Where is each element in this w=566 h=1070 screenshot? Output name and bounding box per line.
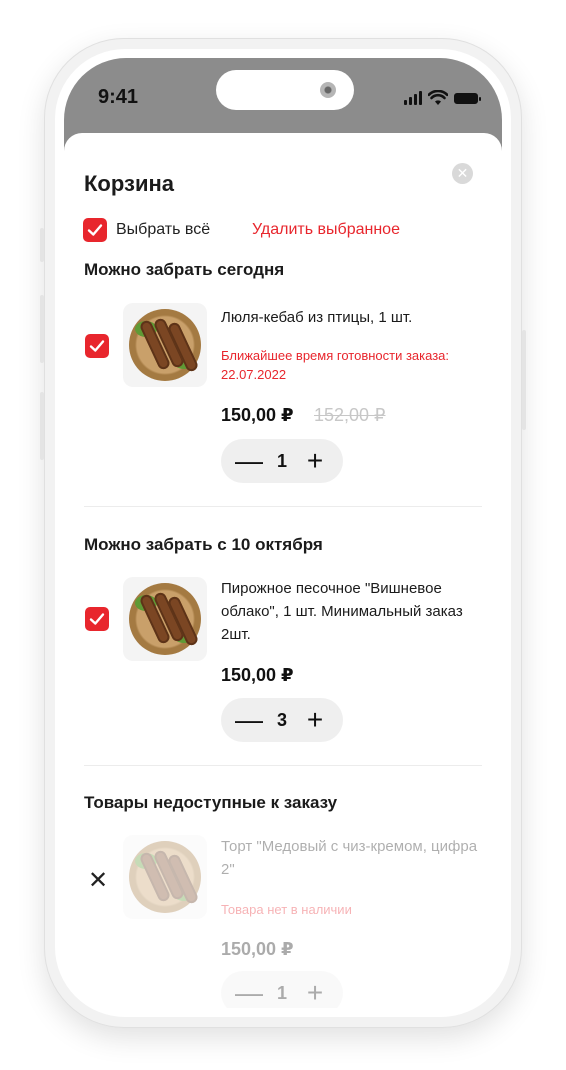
item-price: 150,00 ₽ [221, 405, 294, 425]
battery-icon [454, 92, 481, 104]
status-icons [404, 88, 481, 108]
product-image[interactable] [123, 577, 207, 661]
item-old-price: 152,00 ₽ [314, 405, 386, 425]
increase-button: + [306, 977, 324, 1008]
item-price: 150,00 ₽ [221, 939, 294, 959]
item-price: 150,00 ₽ [221, 665, 294, 685]
product-image[interactable] [123, 303, 207, 387]
section-title-october: Можно забрать с 10 октября [84, 535, 323, 554]
item-name[interactable]: Люля-кебаб из птицы, 1 шт. [221, 306, 486, 329]
select-all-checkbox[interactable] [83, 218, 107, 242]
close-icon[interactable]: ✕ [452, 163, 473, 184]
camera-icon [320, 82, 336, 98]
dynamic-island [216, 70, 354, 110]
section-title-unavailable: Товары недоступные к заказу [84, 793, 338, 812]
out-of-stock-note: Товара нет в наличии [221, 902, 352, 917]
increase-button[interactable]: + [295, 698, 335, 742]
section-title-today: Можно забрать сегодня [84, 260, 285, 279]
item-name[interactable]: Пирожное песочное "Вишневое облако", 1 ш… [221, 577, 486, 646]
ready-time-note: Ближайшее время готовности заказа: 22.07… [221, 348, 450, 382]
section-divider [84, 506, 482, 507]
checkmark-icon [87, 224, 103, 236]
checkmark-icon [89, 340, 105, 352]
delete-selected-button[interactable]: Удалить выбранное [252, 221, 400, 239]
phone-screen: 9:41 ✕ Корзина Выбрать всё Удалить выбра… [64, 58, 502, 1008]
item-name: Торт "Медовый с чиз-кремом, цифра 2" [221, 838, 478, 878]
phone-side-button [522, 330, 526, 430]
phone-side-button [40, 392, 44, 460]
quantity-stepper: — 1 + [221, 971, 343, 1008]
checkmark-icon [89, 613, 105, 625]
section-divider [84, 765, 482, 766]
cart-sheet: ✕ Корзина Выбрать всё Удалить выбранное … [64, 133, 502, 1008]
item-checkbox[interactable] [85, 607, 109, 631]
quantity-stepper: — 3 + [221, 698, 343, 742]
signal-icon [404, 91, 422, 105]
increase-button[interactable]: + [295, 439, 335, 483]
wifi-icon [428, 90, 448, 105]
quantity-stepper: — 1 + [221, 439, 343, 483]
phone-side-button [40, 228, 44, 262]
status-time: 9:41 [98, 86, 139, 108]
remove-icon[interactable]: ✕ [88, 869, 108, 893]
product-image [123, 835, 207, 919]
page-title: Корзина [84, 171, 174, 196]
select-all-label[interactable]: Выбрать всё [116, 221, 210, 239]
item-checkbox[interactable] [85, 334, 109, 358]
phone-side-button [40, 295, 44, 363]
